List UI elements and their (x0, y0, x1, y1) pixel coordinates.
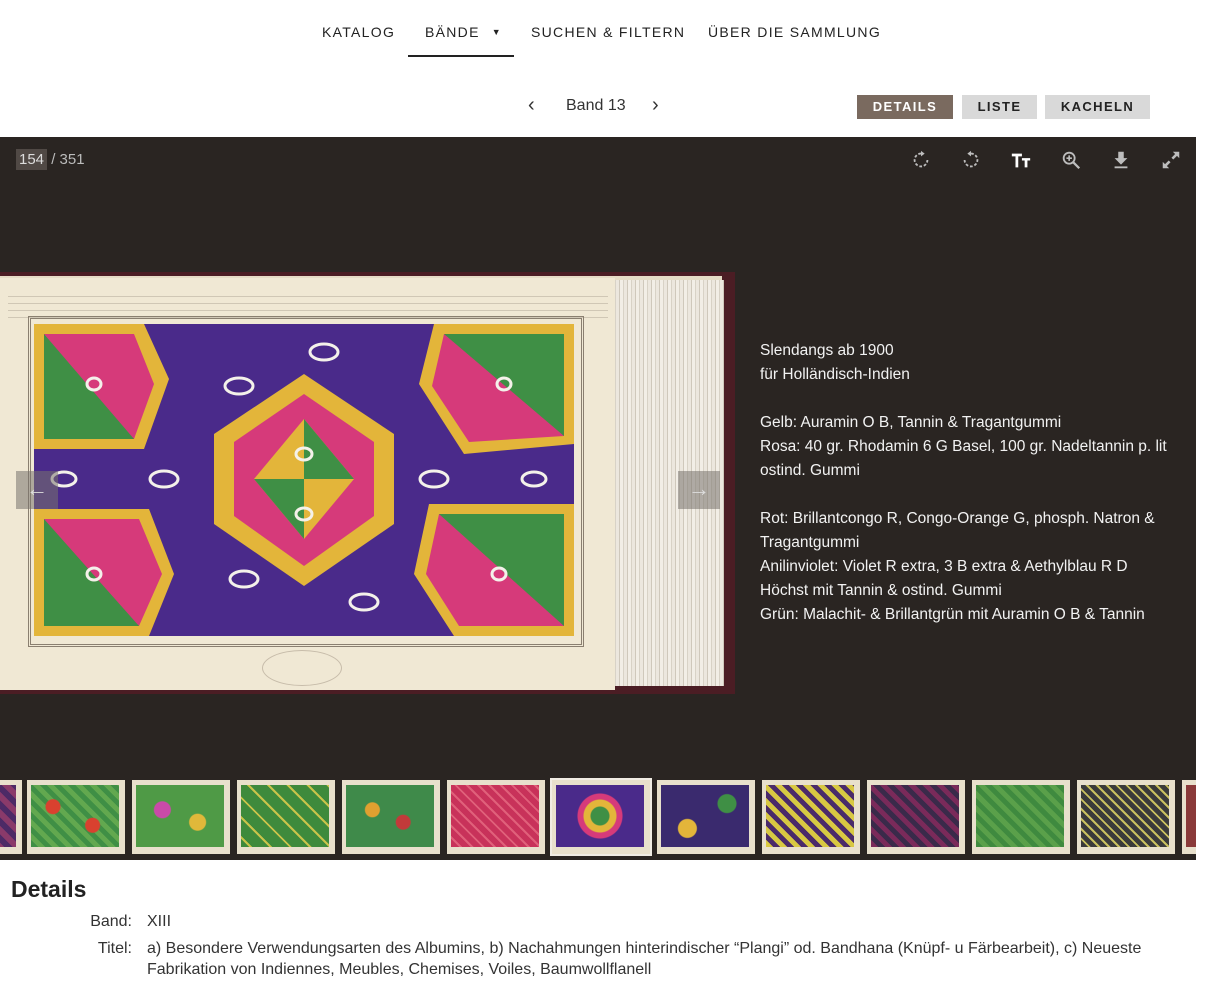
description-line: für Holländisch-Indien (760, 366, 910, 383)
textile-sample (34, 324, 574, 636)
description-line: Slendangs ab 1900 (760, 342, 894, 359)
album-page (0, 278, 615, 690)
page-counter: 154 / 351 (16, 149, 85, 170)
chevron-right-icon[interactable]: › (652, 94, 659, 117)
description-line: Anilinviolet: Violet R extra, 3 B extra … (760, 558, 1128, 599)
description-line: Rot: Brillantcongo R, Congo-Orange G, ph… (760, 510, 1155, 551)
image-viewer: 154 / 351 ← → Slendangs ab 1900 für Holl… (0, 137, 1196, 860)
thumbnail[interactable] (1182, 780, 1196, 854)
nav-baende[interactable]: BÄNDE ▼ (425, 24, 502, 40)
thumbnail[interactable] (867, 780, 965, 854)
nav-baende-label: BÄNDE (425, 24, 480, 40)
next-image-button[interactable]: → (678, 471, 720, 509)
page-description: Slendangs ab 1900 für Holländisch-Indien… (760, 339, 1180, 627)
fullscreen-icon[interactable] (1160, 149, 1182, 171)
band-field-label: Band: (90, 913, 132, 930)
band-field-value: XIII (147, 913, 172, 930)
description-line: Grün: Malachit- & Brillantgrün mit Auram… (760, 606, 1145, 623)
caret-down-icon: ▼ (491, 27, 502, 37)
nav-katalog[interactable]: KATALOG (322, 24, 395, 40)
thumbnail[interactable] (237, 780, 335, 854)
thumbnail[interactable] (447, 780, 545, 854)
thumbnail[interactable] (132, 780, 230, 854)
text-size-icon[interactable] (1010, 149, 1032, 171)
thumbnail[interactable] (1077, 780, 1175, 854)
active-nav-underline (408, 55, 514, 57)
page-total: / 351 (51, 151, 85, 168)
previous-image-button[interactable]: ← (16, 471, 58, 509)
zoom-in-icon[interactable] (1060, 149, 1082, 171)
main-navigation: KATALOG BÄNDE ▼ SUCHEN & FILTERN ÜBER DIE… (0, 0, 1208, 60)
band-label: Band 13 (566, 97, 626, 114)
thumbnail[interactable] (0, 780, 22, 854)
thumbnail[interactable] (762, 780, 860, 854)
liste-view-button[interactable]: LISTE (962, 95, 1037, 119)
download-icon[interactable] (1110, 149, 1132, 171)
details-view-button[interactable]: DETAILS (857, 95, 953, 119)
chevron-left-icon[interactable]: ‹ (528, 94, 535, 117)
nav-ueber-die-sammlung[interactable]: ÜBER DIE SAMMLUNG (708, 24, 881, 40)
titel-field-label: Titel: (97, 940, 132, 957)
rotate-right-icon[interactable] (910, 149, 932, 171)
library-stamp (262, 650, 342, 686)
book-page-image (0, 272, 735, 694)
thumbnail[interactable] (972, 780, 1070, 854)
thumbnail-strip (0, 778, 1196, 858)
thumbnail[interactable] (657, 780, 755, 854)
nav-suchen-filtern[interactable]: SUCHEN & FILTERN (531, 24, 685, 40)
kacheln-view-button[interactable]: KACHELN (1045, 95, 1150, 119)
thumbnail[interactable] (27, 780, 125, 854)
description-line: Gelb: Auramin O B, Tannin & Tragantgummi (760, 414, 1062, 431)
details-heading: Details (11, 876, 87, 902)
rotate-left-icon[interactable] (960, 149, 982, 171)
titel-field-value: a) Besondere Verwendungsarten des Albumi… (147, 940, 1142, 978)
description-line: Rosa: 40 gr. Rhodamin 6 G Basel, 100 gr.… (760, 438, 1167, 479)
thumbnail[interactable] (342, 780, 440, 854)
page-current-input[interactable]: 154 (16, 149, 48, 170)
thumbnail-active[interactable] (550, 778, 652, 856)
